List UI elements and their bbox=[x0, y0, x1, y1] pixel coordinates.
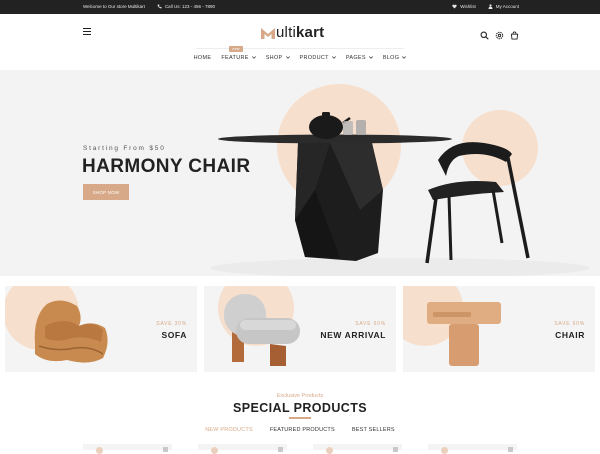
chevron-down-icon bbox=[402, 55, 407, 59]
lounge-chair-image bbox=[218, 286, 300, 366]
my-account-link[interactable]: My Account bbox=[488, 4, 519, 9]
tab-new-products[interactable]: NEW PRODUCTS bbox=[205, 427, 253, 433]
nav-label: SHOP bbox=[265, 55, 283, 61]
new-badge: new bbox=[229, 46, 243, 52]
logo-ulti: ulti bbox=[276, 24, 296, 41]
nav-item-home[interactable]: HOME bbox=[194, 55, 212, 61]
call-text: Call Us: 123 - 456 - 7890 bbox=[164, 4, 215, 9]
hero-banner: Starting From $50 HARMONY CHAIR SHOP NOW bbox=[0, 70, 600, 276]
special-products-subtitle: Exclusive Products bbox=[276, 393, 324, 399]
logo-m-mark bbox=[261, 27, 275, 39]
heart-icon bbox=[452, 4, 457, 9]
my-account-label: My Account bbox=[495, 4, 519, 9]
product-grid bbox=[83, 444, 517, 454]
hero-title: HARMONY CHAIR bbox=[82, 156, 251, 177]
title-underline bbox=[289, 417, 311, 419]
product-card[interactable] bbox=[198, 444, 287, 454]
category-card-new-arrival[interactable]: SAVE 60% NEW ARRIVAL bbox=[204, 286, 396, 372]
nav-label: FEATURE bbox=[221, 55, 249, 61]
chevron-down-icon bbox=[285, 55, 290, 59]
category-title: NEW ARRIVAL bbox=[320, 330, 386, 340]
nav-item-blog[interactable]: BLOG bbox=[382, 55, 407, 61]
category-title: SOFA bbox=[161, 330, 187, 340]
shop-now-button[interactable]: SHOP NOW bbox=[83, 184, 129, 200]
hero-subtitle: Starting From $50 bbox=[83, 145, 166, 152]
category-title: CHAIR bbox=[555, 330, 585, 340]
category-card-sofa[interactable]: SAVE 30% SOFA bbox=[5, 286, 197, 372]
chevron-down-icon bbox=[251, 55, 256, 59]
header: ulti kart HOME new FEATURE SHOP PRODUCT P… bbox=[0, 14, 600, 70]
nav-label: BLOG bbox=[382, 55, 400, 61]
product-card[interactable] bbox=[313, 444, 402, 454]
wishlist-link[interactable]: Wishlist bbox=[452, 4, 476, 9]
tab-best-sellers[interactable]: BEST SELLERS bbox=[352, 427, 395, 433]
nav-label: PRODUCT bbox=[299, 55, 329, 61]
chevron-down-icon bbox=[331, 55, 336, 59]
chevron-down-icon bbox=[368, 55, 373, 59]
call-info: Call Us: 123 - 456 - 7890 bbox=[157, 4, 215, 9]
product-card[interactable] bbox=[83, 444, 172, 454]
nav-item-shop[interactable]: SHOP bbox=[266, 55, 290, 61]
discount-label: SAVE 60% bbox=[554, 321, 585, 327]
nav-item-pages[interactable]: PAGES bbox=[346, 55, 373, 61]
top-bar: Welcome to Our store Multikart Call Us: … bbox=[0, 0, 600, 14]
tab-featured-products[interactable]: FEATURED PRODUCTS bbox=[270, 427, 335, 433]
nav-item-product[interactable]: PRODUCT bbox=[300, 55, 336, 61]
hamburger-menu-icon[interactable] bbox=[83, 28, 91, 36]
product-tabs: NEW PRODUCTS FEATURED PRODUCTS BEST SELL… bbox=[0, 427, 600, 433]
product-card[interactable] bbox=[428, 444, 517, 454]
category-cards: SAVE 30% SOFA SAVE 60% NEW ARRIVAL SAVE … bbox=[5, 286, 595, 372]
discount-label: SAVE 30% bbox=[156, 321, 187, 327]
nav-label: HOME bbox=[193, 55, 212, 61]
phone-icon bbox=[157, 4, 162, 9]
cart-icon[interactable] bbox=[510, 27, 519, 40]
welcome-text: Welcome to Our store Multikart bbox=[83, 4, 145, 9]
discount-label: SAVE 60% bbox=[355, 321, 386, 327]
gear-icon[interactable] bbox=[495, 27, 504, 40]
sofa-image bbox=[5, 286, 108, 363]
nav-item-feature[interactable]: new FEATURE bbox=[221, 46, 256, 61]
wishlist-label: Wishlist bbox=[460, 4, 476, 9]
category-card-chair[interactable]: SAVE 60% CHAIR bbox=[403, 286, 595, 372]
user-icon bbox=[488, 4, 493, 9]
side-table-image bbox=[403, 286, 501, 366]
nav-label: PAGES bbox=[345, 55, 366, 61]
main-nav: HOME new FEATURE SHOP PRODUCT PAGES BLOG bbox=[0, 46, 600, 61]
special-products-title: SPECIAL PRODUCTS bbox=[233, 401, 367, 415]
search-icon[interactable] bbox=[480, 27, 489, 40]
logo[interactable]: ulti kart bbox=[261, 24, 324, 41]
logo-kart: kart bbox=[295, 24, 325, 41]
header-divider bbox=[196, 48, 404, 49]
